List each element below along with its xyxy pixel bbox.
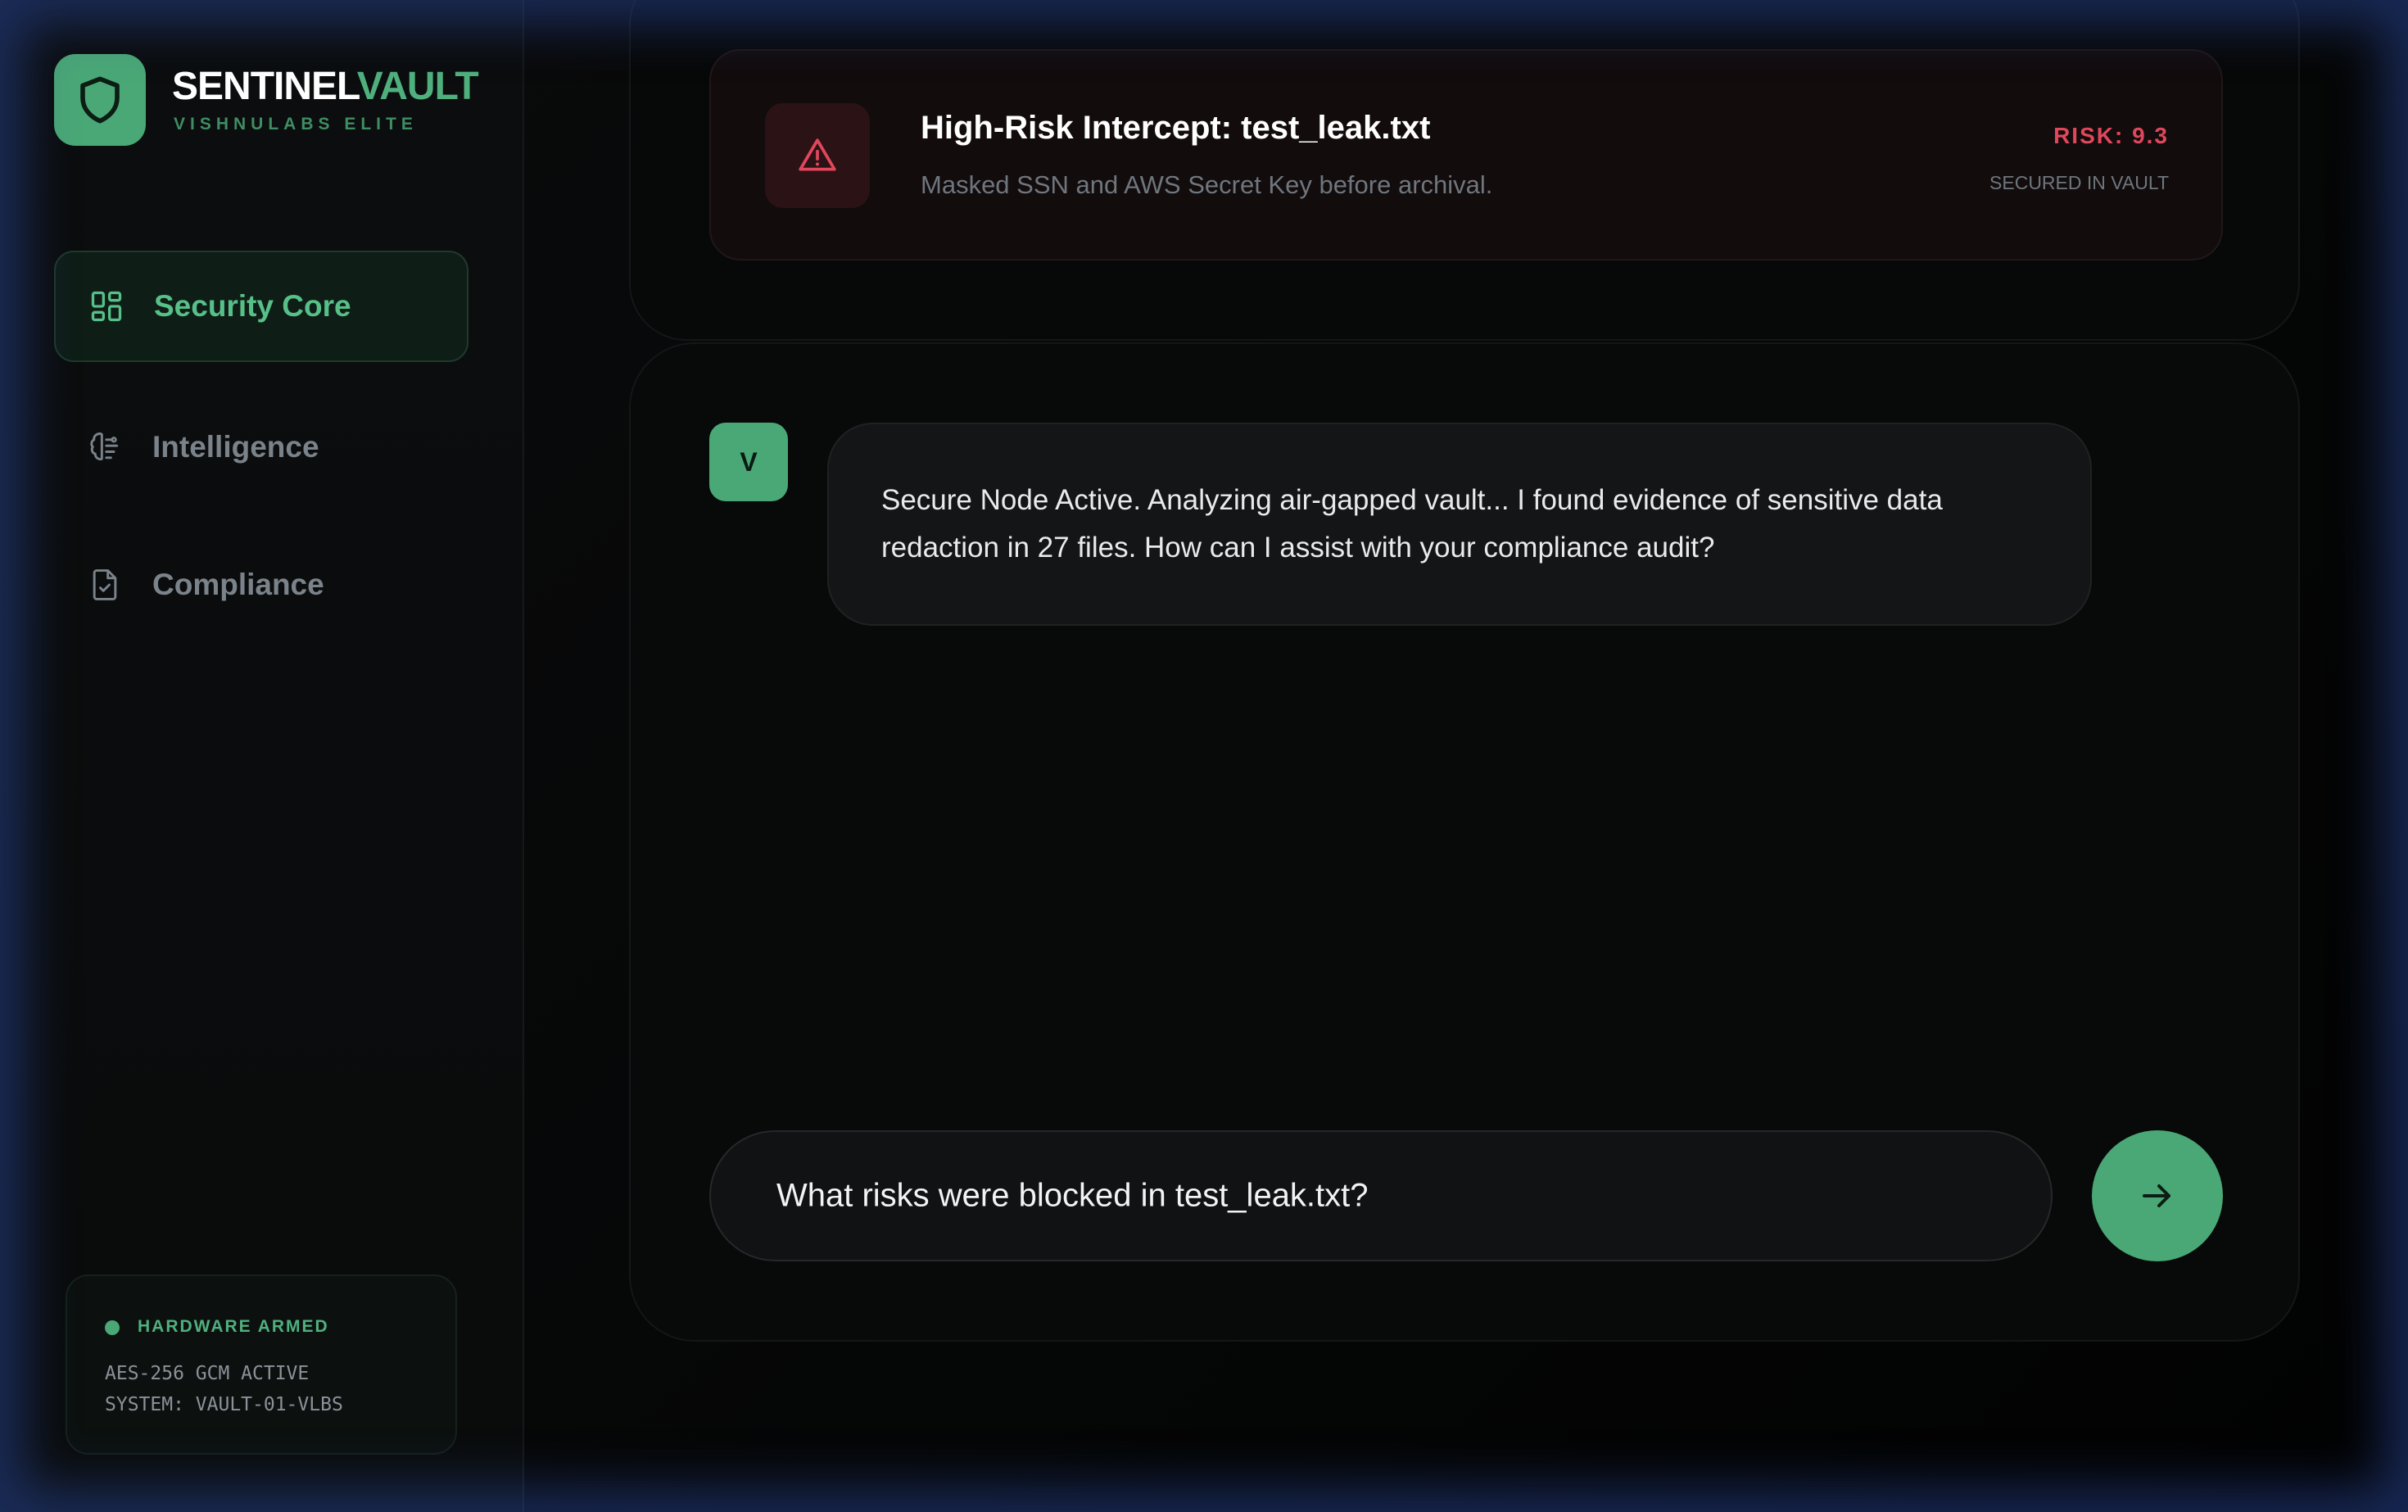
sidebar: SENTINELVAULT VISHNULABS ELITE Security … <box>0 0 524 1512</box>
dashboard-grid-icon <box>91 291 122 322</box>
app-window: SENTINELVAULT VISHNULABS ELITE Security … <box>0 0 2408 1512</box>
system-id: SYSTEM: VAULT-01-VLBS <box>105 1394 343 1415</box>
risk-score: RISK: 9.3 <box>2053 123 2169 148</box>
sidebar-item-compliance[interactable]: Compliance <box>54 529 468 641</box>
sidebar-item-intelligence[interactable]: Intelligence <box>54 392 468 503</box>
document-check-icon <box>93 569 117 600</box>
warning-badge <box>765 103 870 208</box>
brand-name-part2: VAULT <box>356 65 479 108</box>
assistant-message: Secure Node Active. Analyzing air-gapped… <box>827 423 2092 626</box>
assistant-message-text: Secure Node Active. Analyzing air-gapped… <box>881 484 1943 564</box>
intercept-alert[interactable]: High-Risk Intercept: test_leak.txt Maske… <box>709 49 2223 260</box>
sidebar-item-label: Compliance <box>152 568 324 601</box>
vault-status: SECURED IN VAULT <box>1989 172 2169 193</box>
shield-icon <box>80 76 120 124</box>
warning-triangle-icon <box>799 138 836 171</box>
intercept-description: Masked SSN and AWS Secret Key before arc… <box>921 170 1493 199</box>
sidebar-item-security-core[interactable]: Security Core <box>54 251 468 362</box>
arrow-right-icon <box>2143 1184 2170 1207</box>
encryption-status: AES-256 GCM ACTIVE <box>105 1363 310 1384</box>
intercept-title: High-Risk Intercept: test_leak.txt <box>921 110 1431 146</box>
hardware-status-title: HARDWARE ARMED <box>138 1317 329 1336</box>
hardware-status-card: HARDWARE ARMED AES-256 GCM ACTIVE SYSTEM… <box>66 1274 457 1455</box>
send-button[interactable] <box>2092 1130 2223 1261</box>
brand-subtitle: VISHNULABS ELITE <box>174 115 418 134</box>
chat-input[interactable]: What risks were blocked in test_leak.txt… <box>709 1130 2053 1261</box>
logo <box>54 54 146 146</box>
status-dot <box>105 1320 120 1335</box>
assistant-avatar: V <box>709 423 788 501</box>
brain-icon <box>90 432 119 461</box>
chat-input-value[interactable]: What risks were blocked in test_leak.txt… <box>776 1178 1369 1215</box>
brand-name-part1: SENTINEL <box>172 65 358 108</box>
sidebar-item-label: Security Core <box>154 289 351 323</box>
sidebar-item-label: Intelligence <box>152 430 319 464</box>
brand-name: SENTINELVAULT <box>172 64 479 109</box>
